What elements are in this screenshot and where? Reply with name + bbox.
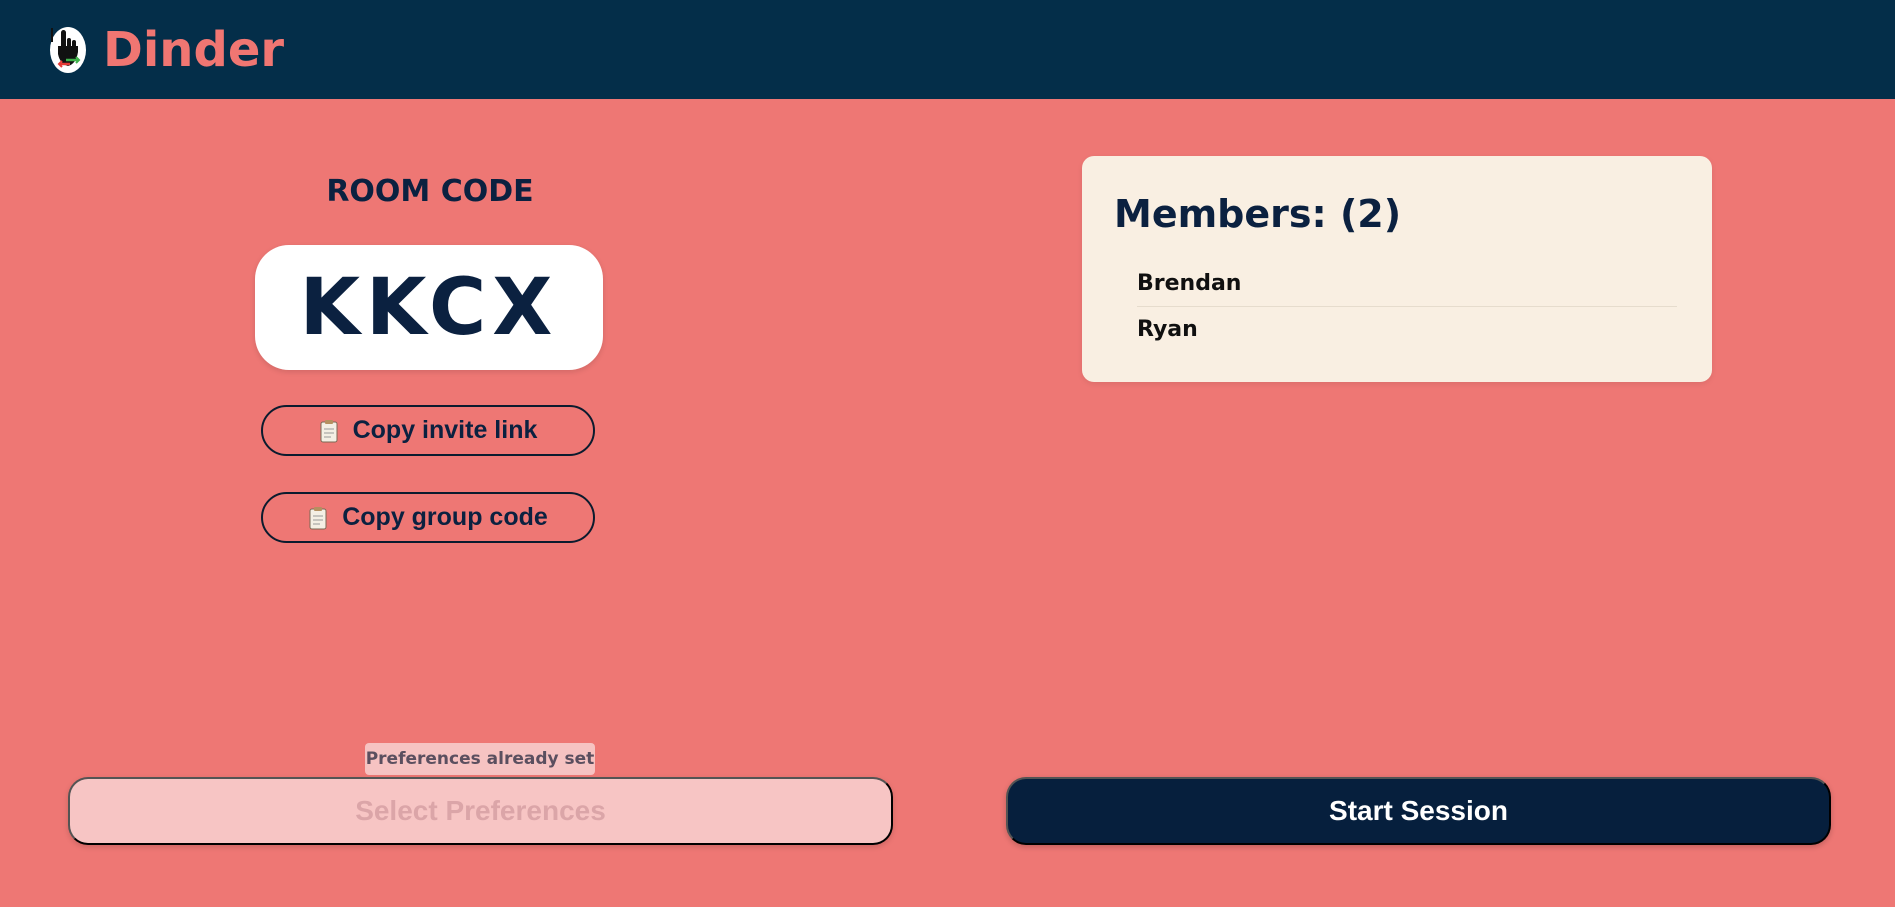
room-code-label: ROOM CODE [326, 174, 534, 209]
member-item: Ryan [1137, 306, 1677, 352]
room-code-display: KKCX [255, 245, 603, 370]
copy-invite-link-button[interactable]: Copy invite link [261, 405, 595, 456]
clipboard-icon [320, 419, 338, 442]
copy-group-code-button[interactable]: Copy group code [261, 492, 595, 543]
pointing-hand-fork-icon[interactable] [48, 24, 88, 74]
members-title: Members: (2) [1114, 192, 1402, 236]
start-session-button[interactable]: Start Session [1006, 777, 1831, 845]
top-navbar: Dinder [0, 0, 1895, 99]
brand-title[interactable]: Dinder [103, 20, 284, 80]
select-preferences-button[interactable]: Select Preferences [68, 777, 893, 845]
clipboard-icon [309, 506, 327, 529]
members-list: Brendan Ryan [1137, 261, 1677, 352]
copy-invite-link-label: Copy invite link [352, 416, 538, 444]
copy-group-code-label: Copy group code [342, 503, 548, 531]
member-item: Brendan [1137, 271, 1242, 296]
preferences-set-tooltip: Preferences already set [365, 743, 595, 775]
